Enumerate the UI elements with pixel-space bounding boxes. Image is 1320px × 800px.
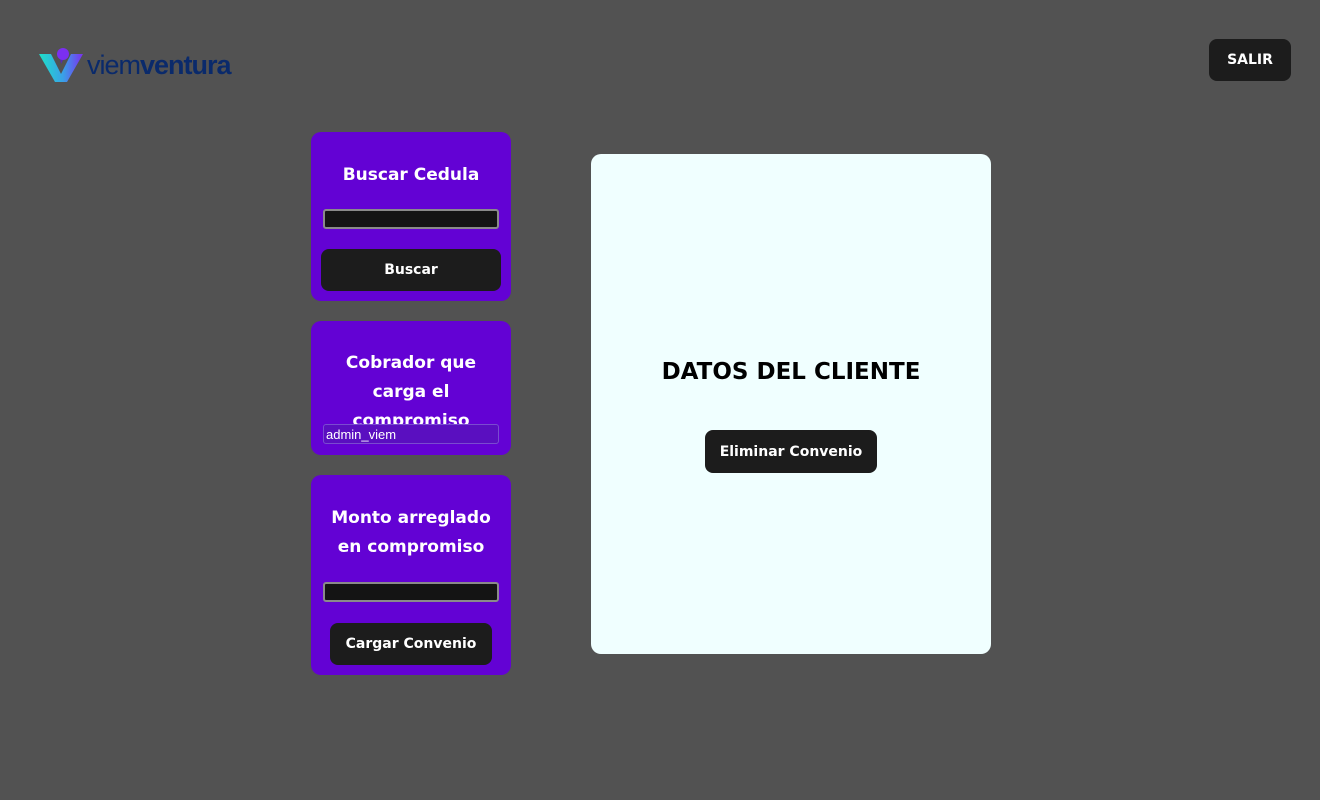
load-agreement-button[interactable]: Cargar Convenio — [330, 623, 492, 665]
brand-name-bold: ventura — [140, 49, 232, 80]
search-button[interactable]: Buscar — [321, 249, 501, 291]
viemventura-logo-icon — [39, 48, 83, 82]
client-data-title: DATOS DEL CLIENTE — [661, 359, 921, 385]
collector-card: Cobrador que carga el compromiso — [311, 321, 511, 455]
brand-wordmark: viemventura — [87, 49, 232, 80]
amount-input[interactable] — [323, 582, 499, 602]
delete-agreement-button[interactable]: Eliminar Convenio — [705, 430, 877, 473]
amount-card: Monto arreglado en compromiso Cargar Con… — [311, 475, 511, 675]
brand-logo: viemventura — [37, 46, 232, 84]
client-data-panel: DATOS DEL CLIENTE Eliminar Convenio — [591, 154, 991, 654]
brand-name-light: viem — [87, 49, 141, 80]
cedula-search-input[interactable] — [323, 209, 499, 229]
collector-input[interactable] — [323, 424, 499, 444]
collector-card-title: Cobrador que carga el compromiso — [345, 353, 477, 431]
search-card-title: Buscar Cedula — [342, 165, 480, 185]
logout-button[interactable]: SALIR — [1209, 39, 1291, 81]
amount-card-title: Monto arreglado en compromiso — [331, 508, 491, 557]
search-card: Buscar Cedula Buscar — [311, 132, 511, 301]
